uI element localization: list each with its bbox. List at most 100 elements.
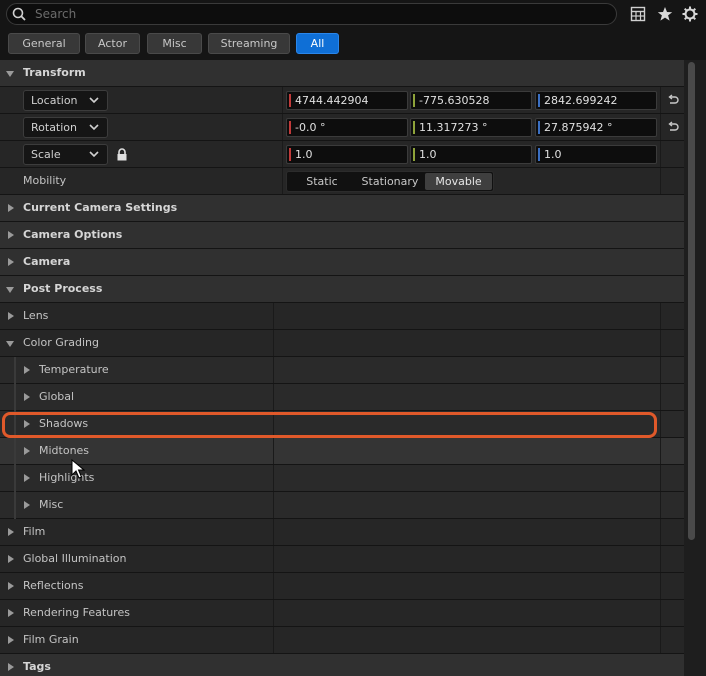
subgroup-highlights[interactable]: Highlights: [0, 465, 684, 492]
rotation-x-field[interactable]: -0.0 °: [286, 118, 408, 137]
scrollbar-thumb[interactable]: [688, 62, 695, 540]
expand-arrow-icon[interactable]: [24, 474, 30, 482]
field-value: 1.0: [295, 148, 313, 161]
expand-arrow-icon[interactable]: [8, 231, 14, 239]
rotation-mode-dropdown[interactable]: Rotation: [23, 117, 108, 138]
collapse-arrow-icon[interactable]: [6, 341, 14, 347]
settings-gear-icon[interactable]: [682, 6, 698, 22]
subgroup-global[interactable]: Global: [0, 384, 684, 411]
rotation-z-field[interactable]: 27.875942 °: [535, 118, 657, 137]
rotation-row: Rotation -0.0 ° 11.317273 ° 27.875942 °: [0, 114, 684, 141]
subgroup-label: Misc: [39, 498, 64, 511]
scale-z-field[interactable]: 1.0: [535, 145, 657, 164]
mobility-row: Mobility Static Stationary Movable: [0, 168, 684, 195]
group-rendering-features[interactable]: Rendering Features: [0, 600, 684, 627]
subgroup-midtones[interactable]: Midtones: [0, 438, 684, 465]
group-film-grain[interactable]: Film Grain: [0, 627, 684, 654]
group-label: Rendering Features: [23, 606, 130, 619]
tab-streaming[interactable]: Streaming: [208, 33, 290, 54]
details-panel: Transform Location 4744.442904 -775.6305…: [0, 60, 684, 676]
expand-arrow-icon[interactable]: [24, 447, 30, 455]
scale-x-field[interactable]: 1.0: [286, 145, 408, 164]
expand-arrow-icon[interactable]: [24, 420, 30, 428]
category-label: Camera Options: [23, 228, 123, 241]
column-divider: [660, 519, 661, 545]
table-view-icon[interactable]: [630, 6, 646, 22]
indent-guide: [14, 384, 16, 411]
column-divider: [273, 303, 274, 329]
subgroup-temperature[interactable]: Temperature: [0, 357, 684, 384]
category-camera[interactable]: Camera: [0, 249, 684, 276]
expand-arrow-icon[interactable]: [8, 609, 14, 617]
subgroup-shadows[interactable]: Shadows: [0, 411, 684, 438]
lock-icon[interactable]: [116, 148, 128, 161]
category-tags[interactable]: Tags: [0, 654, 684, 676]
expand-arrow-icon[interactable]: [8, 204, 14, 212]
category-transform[interactable]: Transform: [0, 60, 684, 87]
tab-all[interactable]: All: [296, 33, 339, 54]
expand-arrow-icon[interactable]: [8, 636, 14, 644]
group-global-illumination[interactable]: Global Illumination: [0, 546, 684, 573]
search-input[interactable]: [35, 5, 595, 23]
column-divider: [273, 330, 274, 356]
column-divider: [273, 411, 274, 437]
column-divider: [273, 627, 274, 653]
column-divider: [273, 546, 274, 572]
location-x-field[interactable]: 4744.442904: [286, 91, 408, 110]
collapse-arrow-icon[interactable]: [6, 287, 14, 293]
category-post-process[interactable]: Post Process: [0, 276, 684, 303]
scale-y-field[interactable]: 1.0: [410, 145, 532, 164]
collapse-arrow-icon[interactable]: [6, 71, 14, 77]
toolbar: [0, 0, 706, 30]
dropdown-label: Location: [31, 94, 78, 107]
column-divider: [660, 168, 661, 194]
expand-arrow-icon[interactable]: [8, 312, 14, 320]
favorites-star-icon[interactable]: [657, 6, 673, 22]
location-y-field[interactable]: -775.630528: [410, 91, 532, 110]
reset-to-default-icon[interactable]: [666, 121, 679, 134]
column-divider: [273, 438, 274, 464]
expand-arrow-icon[interactable]: [24, 366, 30, 374]
expand-arrow-icon[interactable]: [24, 501, 30, 509]
tab-actor[interactable]: Actor: [85, 33, 140, 54]
expand-arrow-icon[interactable]: [8, 258, 14, 266]
search-box[interactable]: [6, 3, 617, 25]
expand-arrow-icon[interactable]: [8, 663, 14, 671]
group-color-grading[interactable]: Color Grading: [0, 330, 684, 357]
indent-guide: [14, 411, 16, 438]
tab-misc[interactable]: Misc: [147, 33, 202, 54]
category-current-camera-settings[interactable]: Current Camera Settings: [0, 195, 684, 222]
group-reflections[interactable]: Reflections: [0, 573, 684, 600]
expand-arrow-icon[interactable]: [24, 393, 30, 401]
scale-mode-dropdown[interactable]: Scale: [23, 144, 108, 165]
mobility-stationary-option[interactable]: Stationary: [355, 173, 425, 190]
column-divider: [273, 573, 274, 599]
column-divider: [660, 627, 661, 653]
column-divider: [660, 465, 661, 491]
column-divider: [273, 600, 274, 626]
mobility-movable-option[interactable]: Movable: [425, 173, 492, 190]
column-divider: [660, 600, 661, 626]
mobility-static-option[interactable]: Static: [289, 173, 355, 190]
expand-arrow-icon[interactable]: [8, 555, 14, 563]
subgroup-misc[interactable]: Misc: [0, 492, 684, 519]
rotation-y-field[interactable]: 11.317273 °: [410, 118, 532, 137]
expand-arrow-icon[interactable]: [8, 528, 14, 536]
tab-general[interactable]: General: [8, 33, 80, 54]
field-value: -0.0 °: [295, 121, 326, 134]
group-lens[interactable]: Lens: [0, 303, 684, 330]
category-label: Camera: [23, 255, 71, 268]
mobility-label: Mobility: [23, 174, 67, 187]
column-divider: [660, 303, 661, 329]
group-film[interactable]: Film: [0, 519, 684, 546]
field-value: 1.0: [419, 148, 437, 161]
filter-tabs: General Actor Misc Streaming All: [0, 30, 706, 60]
field-value: 2842.699242: [544, 94, 618, 107]
location-mode-dropdown[interactable]: Location: [23, 90, 108, 111]
expand-arrow-icon[interactable]: [8, 582, 14, 590]
reset-to-default-icon[interactable]: [666, 94, 679, 107]
category-camera-options[interactable]: Camera Options: [0, 222, 684, 249]
column-divider: [282, 168, 283, 194]
subgroup-label: Global: [39, 390, 75, 403]
location-z-field[interactable]: 2842.699242: [535, 91, 657, 110]
